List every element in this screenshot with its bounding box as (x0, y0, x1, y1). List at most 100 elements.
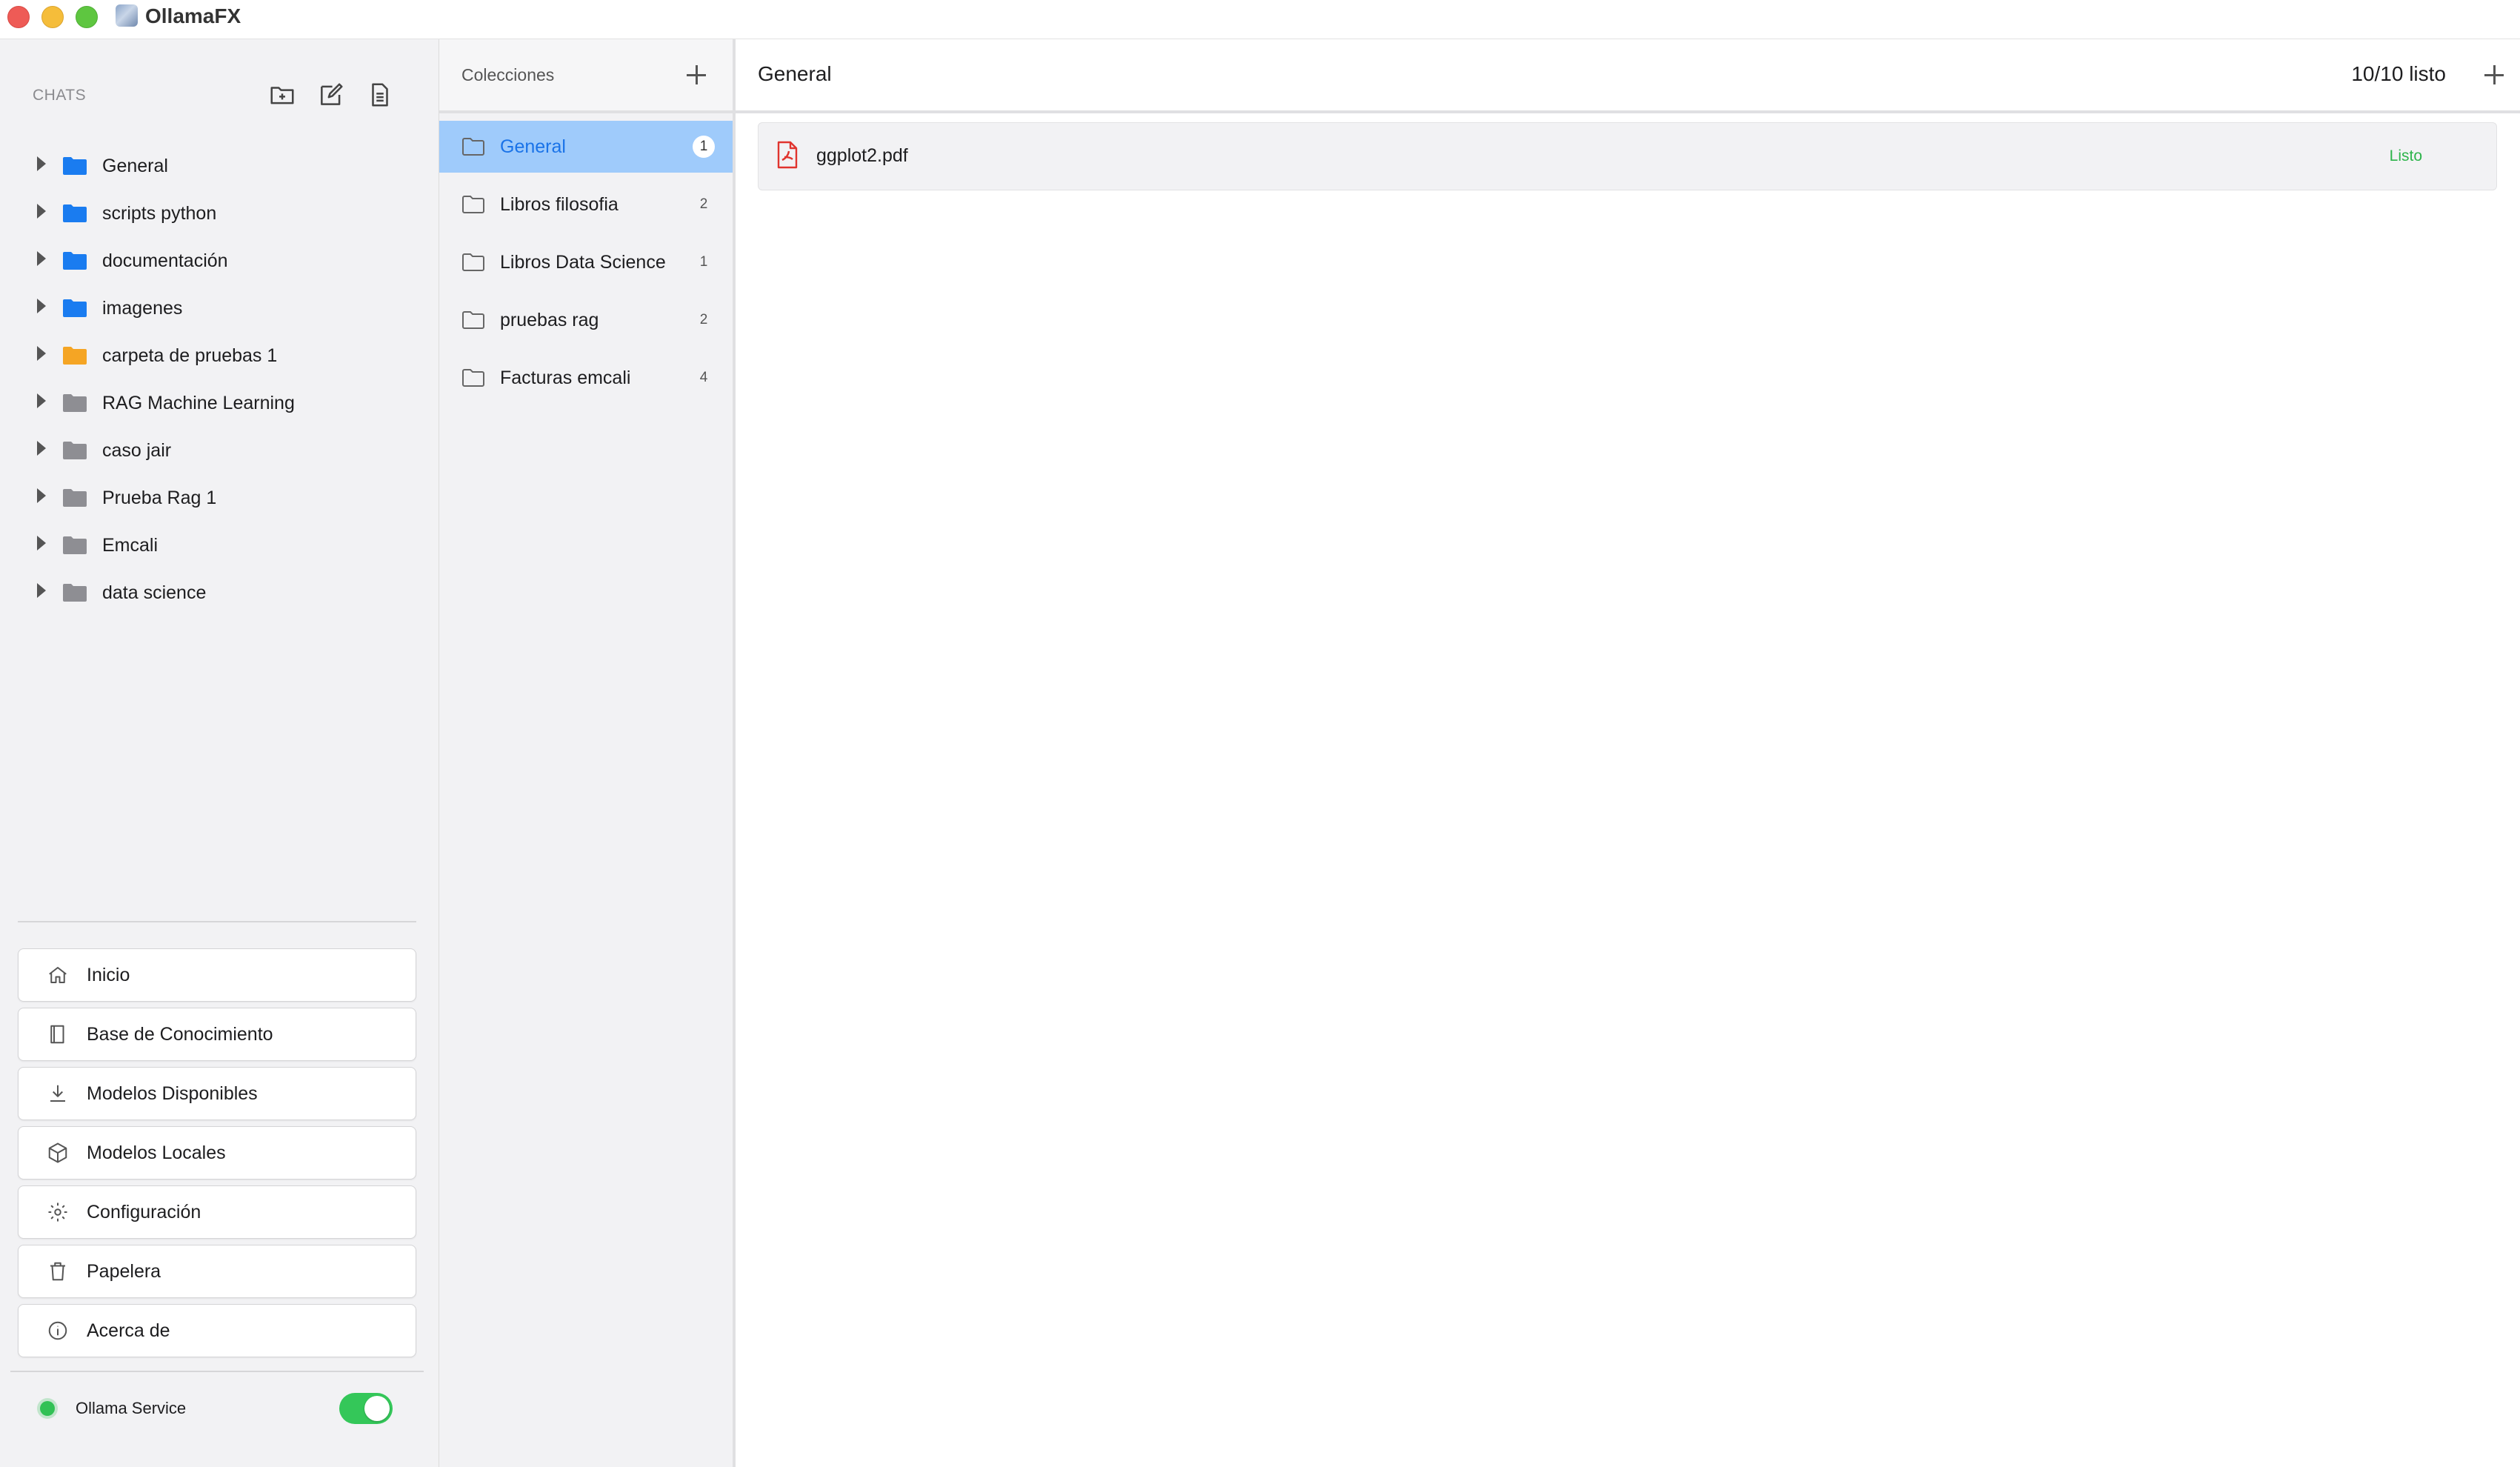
nav-label: Modelos Locales (87, 1142, 226, 1163)
folder-icon (62, 488, 87, 508)
nav-modelos-locales-button[interactable]: Modelos Locales (18, 1126, 416, 1180)
title-bar: OllamaFX (0, 0, 2520, 39)
folder-icon (62, 536, 87, 555)
tree-item-carpeta-de-pruebas-1[interactable]: carpeta de pruebas 1 (0, 333, 439, 380)
disclosure-arrow-icon[interactable] (37, 251, 46, 266)
nav-acerca-de-button[interactable]: Acerca de (18, 1304, 416, 1357)
disclosure-arrow-icon[interactable] (37, 393, 46, 408)
gear-icon (47, 1201, 69, 1223)
folder-icon (62, 204, 87, 223)
pdf-file-icon (776, 141, 799, 169)
disclosure-arrow-icon[interactable] (37, 346, 46, 361)
nav-label: Inicio (87, 965, 130, 985)
tree-item-label: General (102, 156, 168, 176)
sidebar: CHATS General scripts python documentaci… (0, 39, 439, 1467)
nav-label: Base de Conocimiento (87, 1024, 273, 1045)
collection-item-libros-filosofia[interactable]: Libros filosofia 2 (439, 179, 733, 230)
collections-header: Colecciones (439, 39, 733, 113)
collection-count-badge: 4 (699, 370, 708, 385)
tree-item-label: carpeta de pruebas 1 (102, 345, 278, 366)
chat-folder-tree: General scripts python documentación ima… (0, 143, 439, 617)
main-header: General 10/10 listo (736, 39, 2520, 113)
collection-item-general[interactable]: General 1 (439, 121, 733, 173)
tree-item-label: RAG Machine Learning (102, 393, 295, 413)
collection-item-libros-data-science[interactable]: Libros Data Science 1 (439, 236, 733, 288)
nav-label: Papelera (87, 1261, 161, 1282)
folder-icon (62, 251, 87, 270)
tree-item-label: imagenes (102, 298, 183, 319)
tree-item-imagenes[interactable]: imagenes (0, 285, 439, 333)
tree-item-emcali[interactable]: Emcali (0, 522, 439, 570)
collections-title: Colecciones (461, 65, 555, 84)
tree-item-label: data science (102, 582, 207, 603)
nav-inicio-button[interactable]: Inicio (18, 948, 416, 1002)
collection-count-badge: 1 (699, 254, 708, 270)
folder-outline-icon (461, 195, 485, 214)
tree-item-label: scripts python (102, 203, 217, 224)
tree-item-scripts-python[interactable]: scripts python (0, 190, 439, 238)
folder-outline-icon (461, 310, 485, 330)
download-icon (47, 1082, 69, 1105)
document-row[interactable]: ggplot2.pdf Listo (758, 122, 2497, 190)
collection-item-facturas-emcali[interactable]: Facturas emcali 4 (439, 352, 733, 404)
book-icon (47, 1023, 69, 1045)
collection-item-pruebas-rag[interactable]: pruebas rag 2 (439, 294, 733, 346)
nav-base-de-conocimiento-button[interactable]: Base de Conocimiento (18, 1008, 416, 1061)
ollama-service-toggle[interactable] (339, 1393, 393, 1424)
tree-item-label: documentación (102, 250, 228, 271)
tree-item-documentacion[interactable]: documentación (0, 238, 439, 285)
tree-item-rag-machine-learning[interactable]: RAG Machine Learning (0, 380, 439, 428)
disclosure-arrow-icon[interactable] (37, 441, 46, 456)
folder-icon (62, 441, 87, 460)
app-icon (116, 4, 138, 27)
collection-count-badge: 2 (699, 196, 708, 212)
divider (10, 1371, 424, 1372)
tree-item-prueba-rag-1[interactable]: Prueba Rag 1 (0, 475, 439, 522)
disclosure-arrow-icon[interactable] (37, 583, 46, 598)
folder-icon (62, 393, 87, 413)
collection-title: General (758, 62, 832, 85)
info-icon (47, 1320, 69, 1342)
nav-configuracion-button[interactable]: Configuración (18, 1185, 416, 1239)
collection-label: Libros filosofia (500, 194, 619, 215)
main-panel: General 10/10 listo ggplot2.pdf Listo (736, 39, 2520, 1467)
new-chat-icon[interactable] (317, 81, 345, 109)
collection-label: Libros Data Science (500, 252, 666, 273)
tree-item-label: Prueba Rag 1 (102, 488, 217, 508)
nav-label: Acerca de (87, 1320, 170, 1341)
tree-item-general[interactable]: General (0, 143, 439, 190)
collection-count-badge: 2 (699, 312, 708, 327)
folder-outline-icon (461, 137, 485, 156)
add-document-icon[interactable] (2484, 65, 2504, 84)
collection-label: General (500, 136, 566, 157)
service-status-dot (40, 1401, 55, 1416)
disclosure-arrow-icon[interactable] (37, 299, 46, 313)
divider (18, 921, 416, 922)
nav-modelos-disponibles-button[interactable]: Modelos Disponibles (18, 1067, 416, 1120)
disclosure-arrow-icon[interactable] (37, 204, 46, 219)
nav-label: Configuración (87, 1202, 201, 1222)
minimize-window-button[interactable] (41, 6, 64, 28)
tree-item-data-science[interactable]: data science (0, 570, 439, 617)
add-collection-icon[interactable] (687, 65, 706, 84)
new-folder-icon[interactable] (268, 81, 296, 109)
new-document-icon[interactable] (366, 81, 394, 109)
collections-list: General 1 Libros filosofia 2 Libros Data… (439, 121, 733, 410)
nav-label: Modelos Disponibles (87, 1083, 258, 1104)
folder-icon (62, 583, 87, 602)
disclosure-arrow-icon[interactable] (37, 488, 46, 503)
disclosure-arrow-icon[interactable] (37, 156, 46, 171)
home-icon (47, 964, 69, 986)
disclosure-arrow-icon[interactable] (37, 536, 46, 550)
document-status: Listo (2389, 147, 2422, 164)
app-title: OllamaFX (145, 4, 241, 27)
folder-icon (62, 299, 87, 318)
close-window-button[interactable] (7, 6, 30, 28)
tree-item-caso-jair[interactable]: caso jair (0, 428, 439, 475)
tree-item-label: caso jair (102, 440, 172, 461)
maximize-window-button[interactable] (76, 6, 98, 28)
sidebar-nav: Inicio Base de Conocimiento Modelos Disp… (18, 948, 416, 1363)
collections-panel: Colecciones General 1 Libros filosofia 2… (439, 39, 736, 1467)
nav-papelera-button[interactable]: Papelera (18, 1245, 416, 1298)
collection-count-badge: 1 (693, 136, 715, 158)
